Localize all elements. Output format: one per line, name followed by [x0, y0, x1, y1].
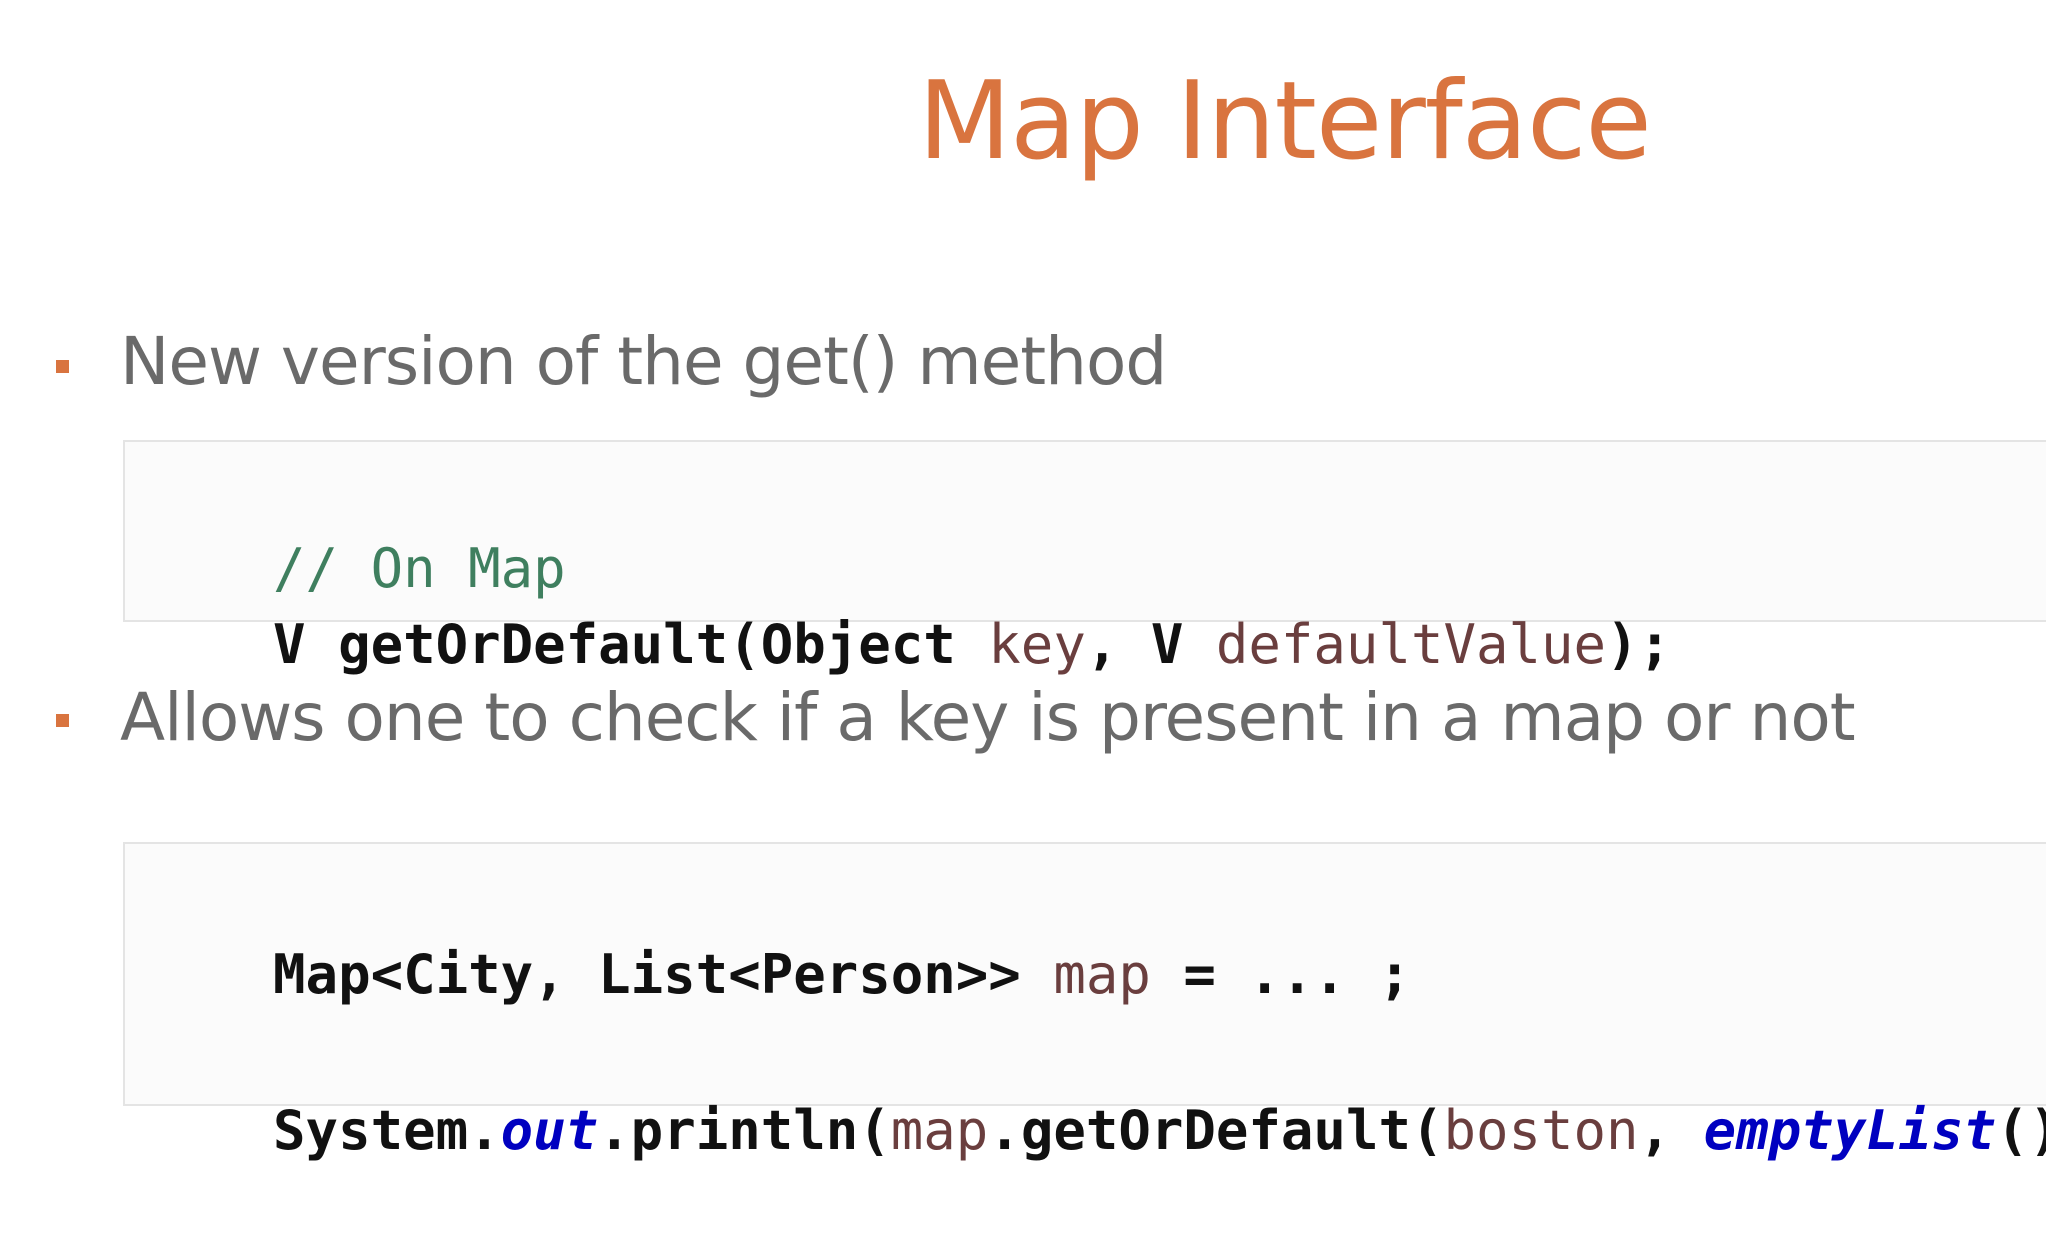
code-block-signature: // On Map V getOrDefault(Object key, V d… — [123, 440, 2046, 676]
code-parameter: defaultValue — [1215, 613, 1607, 676]
code-static-field: out — [500, 1099, 599, 1162]
code-token: , V — [1085, 613, 1216, 676]
code-token: = ... ; — [1150, 943, 1411, 1006]
code-token: , — [1638, 1099, 1704, 1162]
bullet-marker — [56, 714, 69, 727]
code-token: .getOrDefault( — [988, 1099, 1444, 1162]
code-token: ()); — [1996, 1099, 2046, 1162]
bullet-text: New version of the get() method — [120, 323, 1167, 400]
code-token: V getOrDefault(Object — [273, 613, 989, 676]
slide-title: Map Interface — [918, 59, 1652, 184]
code-token: Map<City, List<Person>> — [273, 943, 1054, 1006]
code-token: System. — [273, 1099, 501, 1162]
code-println-line: System.out.println(map.getOrDefault(bost… — [143, 1026, 2046, 1236]
code-token: .println( — [598, 1099, 891, 1162]
code-argument: boston — [1443, 1099, 1639, 1162]
code-token: ); — [1606, 613, 1672, 676]
code-static-method: emptyList — [1703, 1099, 1997, 1162]
code-block-example: Map<City, List<Person>> map = ... ; Syst… — [123, 842, 2046, 1162]
code-variable: map — [1053, 943, 1151, 1006]
code-variable: map — [890, 1099, 989, 1162]
bullet-marker — [56, 360, 69, 373]
code-parameter: key — [988, 613, 1086, 676]
bullet-text: Allows one to check if a key is present … — [120, 679, 1856, 756]
